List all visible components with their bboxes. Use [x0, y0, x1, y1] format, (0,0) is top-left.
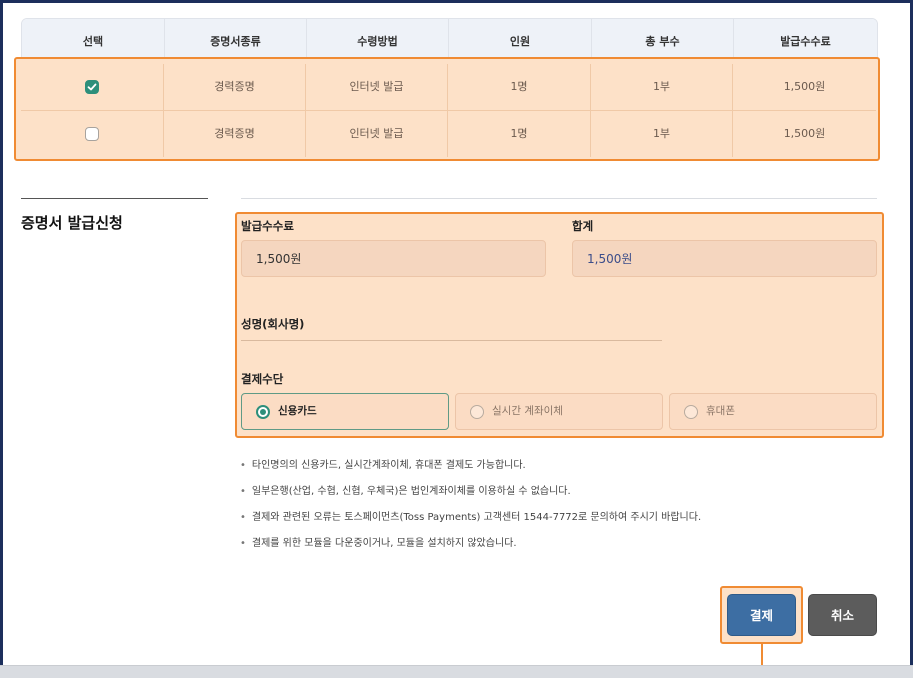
name-label: 성명(회사명)	[241, 317, 305, 331]
section-divider-left	[21, 198, 208, 199]
row-checkbox[interactable]	[85, 127, 99, 141]
row-receive-method: 인터넷 발급	[306, 64, 448, 110]
row-select-cell	[21, 64, 164, 110]
payment-method-label: 결제수단	[241, 372, 284, 386]
table-row: 경력증명 인터넷 발급 1명 1부 1,500원	[21, 111, 876, 157]
note-item: 결제와 관련된 오류는 토스페이먼츠(Toss Payments) 고객센터 1…	[240, 510, 701, 536]
cancel-button[interactable]: 취소	[808, 594, 877, 636]
payment-option-label: 신용카드	[278, 405, 317, 417]
total-field: 1,500원	[572, 240, 877, 277]
row-select-cell	[21, 111, 164, 157]
bottom-bar	[0, 666, 913, 678]
radio-icon	[684, 405, 698, 419]
row-checkbox-checked[interactable]	[85, 80, 99, 94]
row-copies: 1부	[591, 111, 733, 157]
table-row: 경력증명 인터넷 발급 1명 1부 1,500원	[21, 64, 876, 110]
payment-option-mobile[interactable]: 휴대폰	[669, 393, 877, 430]
row-cert-type: 경력증명	[164, 111, 306, 157]
fee-field: 1,500원	[241, 240, 546, 277]
section-title: 증명서 발급신청	[21, 214, 123, 232]
row-persons: 1명	[448, 64, 591, 110]
radio-icon	[470, 405, 484, 419]
row-cert-type: 경력증명	[164, 64, 306, 110]
fee-label: 발급수수료	[241, 219, 294, 233]
row-fee: 1,500원	[783, 127, 826, 140]
radio-selected-icon	[256, 405, 270, 419]
payment-option-label: 실시간 계좌이체	[492, 405, 563, 417]
row-copies: 1부	[591, 64, 733, 110]
note-item: 결제를 위한 모듈을 다운중이거나, 모듈을 설치하지 않았습니다.	[240, 536, 701, 562]
section-divider-right	[241, 198, 877, 199]
payment-option-label: 휴대폰	[706, 405, 735, 417]
row-fee: 1,500원	[783, 80, 826, 93]
payment-option-bank-transfer[interactable]: 실시간 계좌이체	[455, 393, 663, 430]
pay-button[interactable]: 결제	[727, 594, 796, 636]
note-item: 일부은행(산업, 수협, 신협, 우체국)은 법인계좌이체를 이용하실 수 없습…	[240, 484, 701, 510]
name-input[interactable]	[241, 340, 662, 341]
payment-option-credit-card[interactable]: 신용카드	[241, 393, 449, 430]
checkmark-icon	[87, 83, 97, 91]
note-item: 타인명의의 신용카드, 실시간계좌이체, 휴대폰 결제도 가능합니다.	[240, 458, 701, 484]
total-label: 합계	[572, 219, 594, 233]
row-persons: 1명	[448, 111, 591, 157]
row-receive-method: 인터넷 발급	[306, 111, 448, 157]
notes-list: 타인명의의 신용카드, 실시간계좌이체, 휴대폰 결제도 가능합니다. 일부은행…	[240, 458, 701, 562]
